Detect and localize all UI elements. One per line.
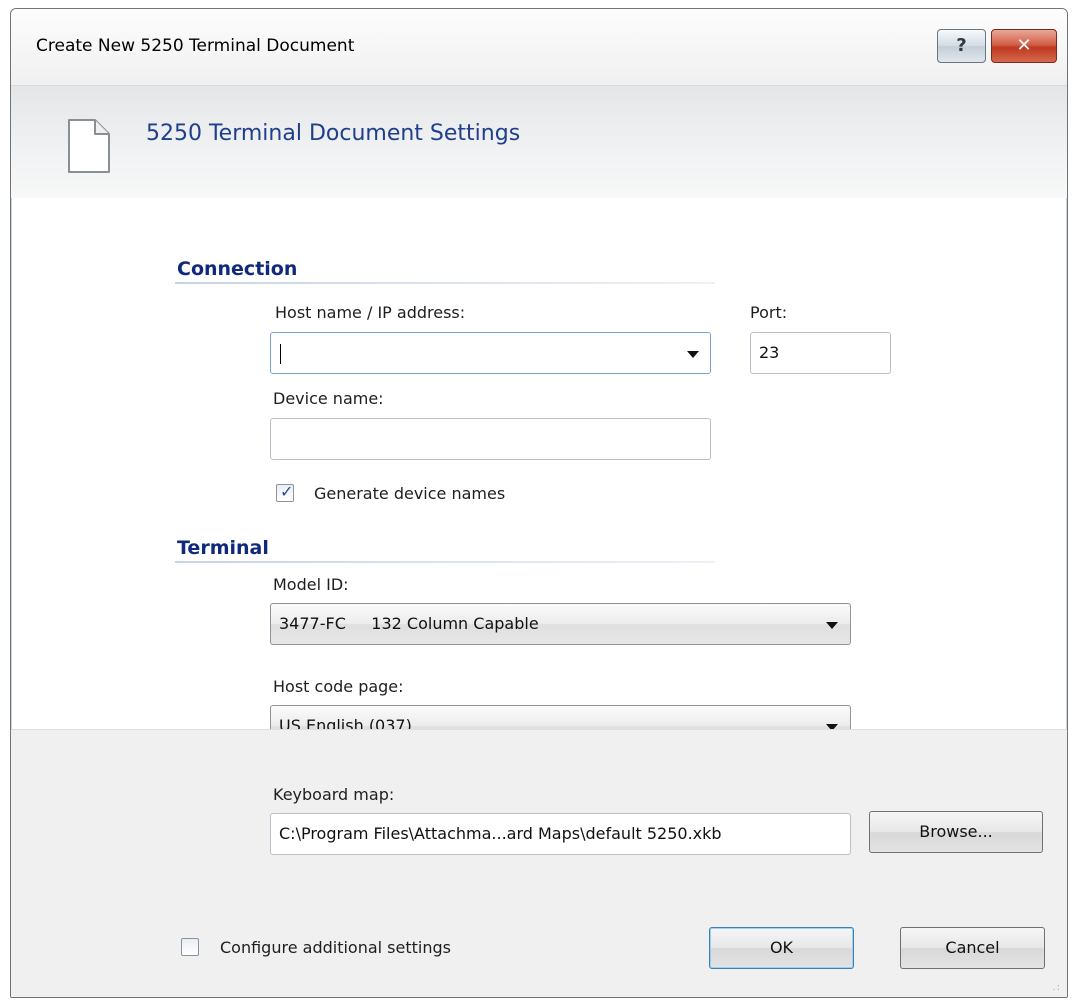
configure-additional-settings-label: Configure additional settings [220,938,451,957]
generate-device-names-label: Generate device names [314,484,506,503]
connection-divider [175,282,715,284]
browse-button[interactable]: Browse... [869,811,1043,853]
port-input[interactable]: 23 [750,332,891,374]
checkmark-icon: ✓ [280,482,294,501]
generate-device-names-checkbox[interactable]: ✓ [276,482,294,502]
banner-title: 5250 Terminal Document Settings [146,121,521,146]
resize-grip-icon[interactable]: .: [1052,983,1061,993]
terminal-divider [175,561,715,563]
configure-additional-settings-checkbox[interactable] [181,938,199,956]
document-icon [68,119,110,173]
create-terminal-dialog: Create New 5250 Terminal Document ? ✕ 52… [10,8,1068,998]
keyboard-map-label: Keyboard map: [273,785,395,804]
window-title: Create New 5250 Terminal Document [36,36,355,56]
device-name-label: Device name: [273,389,384,408]
title-bar: Create New 5250 Terminal Document ? ✕ [11,9,1067,85]
connection-heading: Connection [177,258,298,280]
chevron-down-icon[interactable] [687,351,699,358]
device-name-input[interactable] [270,418,711,460]
host-code-page-label: Host code page: [273,677,404,696]
help-button[interactable]: ? [937,29,986,63]
keyboard-map-input[interactable]: C:\Program Files\Attachma...ard Maps\def… [270,813,851,855]
chevron-down-icon[interactable] [826,622,838,629]
ok-button[interactable]: OK [709,927,854,969]
host-label: Host name / IP address: [275,303,466,322]
port-label: Port: [750,303,788,322]
host-combobox[interactable] [270,332,711,374]
model-id-select[interactable]: 3477-FC 132 Column Capable [270,603,851,645]
model-id-label: Model ID: [273,575,349,594]
model-id-value: 3477-FC 132 Column Capable [279,614,539,633]
text-cursor [280,344,281,364]
keyboard-map-value: C:\Program Files\Attachma...ard Maps\def… [279,824,722,843]
cancel-button[interactable]: Cancel [900,927,1045,969]
terminal-heading: Terminal [177,537,269,559]
close-button[interactable]: ✕ [991,29,1057,63]
port-value: 23 [759,343,780,362]
